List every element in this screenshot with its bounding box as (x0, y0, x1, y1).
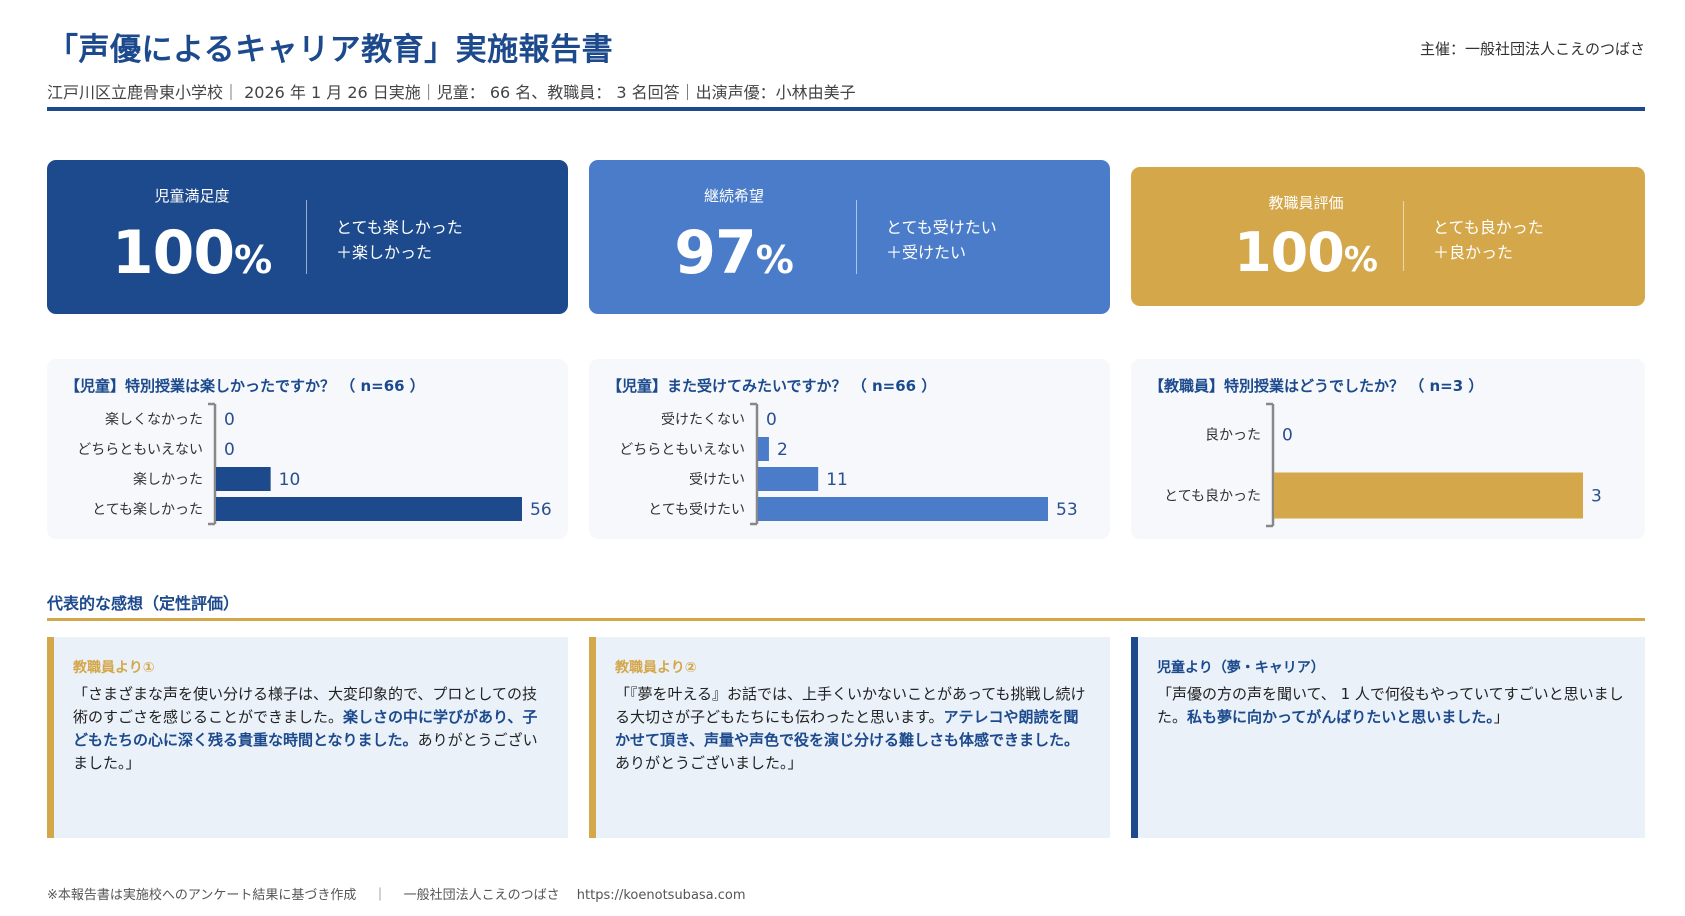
y-tick-label: 受けたくない (661, 412, 745, 428)
y-tick-label: 楽しくなかった (105, 412, 203, 428)
quote-accent-bar (589, 637, 596, 838)
quote-text-end: 」 (1493, 708, 1509, 726)
quote-accent-bar (1131, 637, 1138, 838)
chart-card-student-enjoyment: 【児童】特別授業は楽しかったですか？ （ n=66 ） 楽しくなかった 0 どちらと… (47, 359, 568, 539)
y-tick-label: 受けたい (689, 472, 745, 488)
quote-card-student: 児童より（夢・キャリア） 「声優の方の声を聞いて、 1 人で何役もやっていてすご… (1131, 637, 1645, 838)
kpi-card-continue-wish: 継続希望 97% とても受けたい ＋受けたい (589, 160, 1110, 314)
y-tick-label: どちらともいえない (77, 442, 203, 458)
kpi-value: 100% (1176, 221, 1436, 284)
y-tick-label: とても良かった (1164, 489, 1261, 505)
section-title: 代表的な感想（定性評価） (47, 594, 240, 613)
kpi-label: 教職員評価 (1268, 194, 1344, 212)
quote-text-end: ありがとうございました。」 (615, 754, 803, 772)
data-label: 56 (530, 500, 552, 520)
bar-chart-student-enjoyment: 楽しくなかった 0 どちらともいえない 0 楽しかった 10 とても楽しかった 56 (77, 402, 552, 526)
kpi-label: 児童満足度 (154, 187, 230, 205)
kpi-label: 継続希望 (703, 187, 764, 205)
kpi-description-line: とても受けたい (886, 218, 997, 237)
footer-note: ※本報告書は実施校へのアンケート結果に基づき作成 ｜ 一般社団法人こえのつばさ … (47, 888, 746, 903)
data-label: 3 (1591, 487, 1602, 507)
quote-heading: 児童より（夢・キャリア） (1157, 660, 1325, 676)
data-label: 10 (279, 470, 301, 490)
kpi-number: 100 (111, 218, 235, 288)
quote-body: 「声優の方の声を聞いて、 1 人で何役もやっていてすごいと思いました。私も夢に向… (1157, 683, 1627, 729)
bar (216, 497, 522, 521)
page-title: 「声優によるキャリア教育」実施報告書 (47, 32, 614, 68)
kpi-description-line: ＋良かった (1433, 243, 1514, 262)
kpi-divider (856, 200, 857, 274)
y-tick-label: とても楽しかった (92, 502, 203, 518)
kpi-description: とても良かった ＋良かった (1433, 215, 1544, 265)
data-label: 0 (224, 440, 235, 460)
data-label: 11 (826, 470, 848, 490)
data-label: 0 (224, 410, 235, 430)
quote-body: 「さまざまな声を使い分ける様子は、大変印象的で、プロとしての技術のすごさを感じる… (73, 683, 551, 775)
kpi-description-line: ＋受けたい (886, 243, 967, 262)
organizer-label: 主催：一般社団法人こえのつばさ (1419, 40, 1645, 58)
y-tick-label: 楽しかった (133, 472, 203, 488)
report-subtitle: 江戸川区立鹿骨東小学校｜ 2026 年 1 月 26 日実施｜児童： 66 名、… (47, 83, 856, 102)
kpi-description-line: とても良かった (1433, 218, 1544, 237)
kpi-unit: % (1343, 240, 1378, 280)
kpi-value: 97% (604, 218, 864, 288)
kpi-unit: % (234, 238, 273, 282)
bar-chart-teacher-evaluation: 良かった 0 とても良かった 3 (1164, 402, 1602, 528)
chart-card-student-continue: 【児童】また受けてみたいですか？ （ n=66 ） 受けたくない 0 どちらともいえ… (589, 359, 1110, 539)
bar (758, 497, 1048, 521)
kpi-value: 100% (62, 218, 322, 288)
quote-heading: 教職員より② (615, 660, 697, 676)
quote-card-teacher-1: 教職員より① 「さまざまな声を使い分ける様子は、大変印象的で、プロとしての技術の… (47, 637, 568, 838)
quote-heading: 教職員より① (73, 660, 155, 676)
kpi-description-line: とても楽しかった (336, 218, 463, 237)
kpi-number: 100 (1234, 221, 1345, 284)
data-label: 2 (777, 440, 788, 460)
kpi-unit: % (755, 238, 794, 282)
bar (216, 467, 271, 491)
quote-highlight: 私も夢に向かってがんばりたいと思いました。 (1187, 708, 1494, 726)
kpi-description-line: ＋楽しかった (336, 243, 433, 262)
kpi-divider (306, 200, 307, 274)
section-divider (47, 618, 1645, 621)
kpi-description: とても楽しかった ＋楽しかった (336, 215, 463, 265)
bar (1274, 472, 1583, 519)
report-header: 「声優によるキャリア教育」実施報告書 主催：一般社団法人こえのつばさ 江戸川区立… (47, 24, 1645, 102)
header-divider (47, 107, 1645, 111)
y-tick-label: 良かった (1205, 428, 1261, 444)
bar (758, 467, 819, 491)
kpi-divider (1403, 201, 1404, 271)
chart-card-teacher-evaluation: 【教職員】特別授業はどうでしたか？ （ n=3 ） 良かった 0 とても良かった 3 (1131, 359, 1645, 539)
quote-body: 「『夢を叶える』お話では、上手くいかないことがあっても挑戦し続ける大切さが子ども… (615, 683, 1093, 775)
data-label: 0 (766, 410, 777, 430)
quote-card-teacher-2: 教職員より② 「『夢を叶える』お話では、上手くいかないことがあっても挑戦し続ける… (589, 637, 1110, 838)
y-tick-label: どちらともいえない (619, 442, 745, 458)
data-label: 0 (1282, 426, 1293, 446)
bar (758, 437, 769, 461)
data-label: 53 (1056, 500, 1078, 520)
kpi-description: とても受けたい ＋受けたい (886, 215, 997, 265)
kpi-number: 97 (674, 218, 756, 288)
bar-chart-student-continue: 受けたくない 0 どちらともいえない 2 受けたい 11 とても受けたい 53 (619, 402, 1078, 526)
kpi-card-teacher-evaluation: 教職員評価 100% とても良かった ＋良かった (1131, 167, 1645, 306)
kpi-card-student-satisfaction: 児童満足度 100% とても楽しかった ＋楽しかった (47, 160, 568, 314)
quote-accent-bar (47, 637, 54, 838)
y-tick-label: とても受けたい (648, 502, 745, 518)
